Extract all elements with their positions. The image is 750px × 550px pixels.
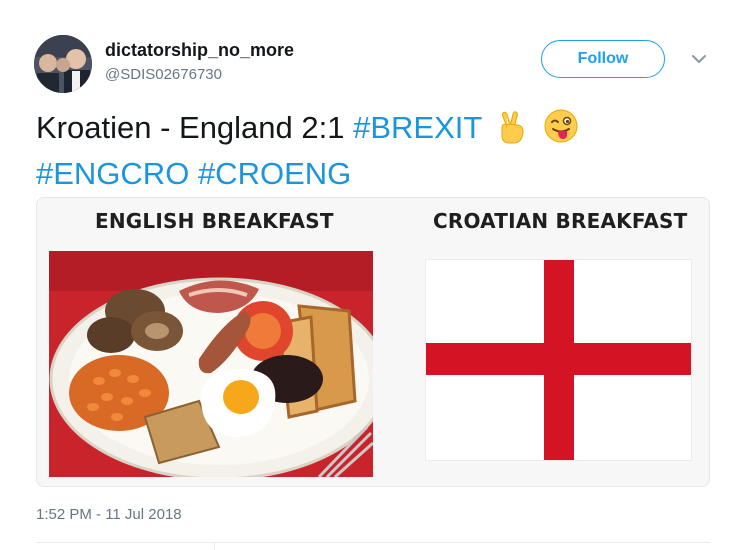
divider <box>36 542 710 543</box>
follow-button[interactable]: Follow <box>541 40 665 78</box>
avatar[interactable] <box>34 35 92 93</box>
display-name[interactable]: dictatorship_no_more <box>105 40 294 61</box>
media-card[interactable]: ENGLISH BREAKFAST CROATIAN BREAKFAST <box>36 197 710 487</box>
hashtag-link[interactable]: #ENGCRO <box>36 156 189 191</box>
victory-hand-emoji-icon <box>496 110 528 154</box>
flag-horizontal-bar <box>426 343 691 375</box>
tweet-text: Kroatien - England 2:1 #BREXIT #ENGCRO #… <box>36 108 726 194</box>
hashtag-link[interactable]: #BREXIT <box>353 110 482 145</box>
hashtag-link[interactable]: #CROENG <box>198 156 351 191</box>
follow-button-label: Follow <box>577 50 629 67</box>
tweet-body-text: Kroatien - England 2:1 <box>36 110 354 145</box>
english-breakfast-label: ENGLISH BREAKFAST <box>95 209 334 233</box>
avatar-image <box>34 35 92 93</box>
user-handle[interactable]: @SDIS02676730 <box>105 66 222 83</box>
winking-face-with-tongue-emoji-icon <box>543 108 579 154</box>
divider <box>214 542 215 550</box>
croatian-breakfast-label: CROATIAN BREAKFAST <box>433 209 688 233</box>
england-flag-image <box>426 260 691 460</box>
english-breakfast-image <box>49 251 373 477</box>
tweet-timestamp[interactable]: 1:52 PM - 11 Jul 2018 <box>36 506 182 523</box>
chevron-down-icon[interactable] <box>690 52 708 66</box>
